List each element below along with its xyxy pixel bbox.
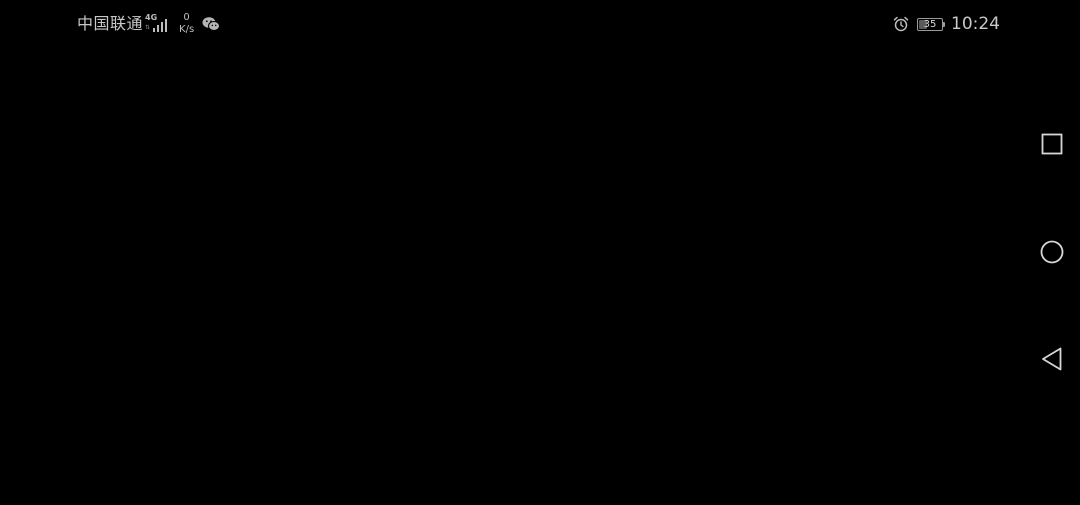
square-icon xyxy=(1041,133,1063,155)
wechat-icon xyxy=(202,17,221,31)
status-bar-right: 35 10:24 xyxy=(893,11,1000,37)
status-bar-left: 中国联通 4G ⇅ 0 K/s xyxy=(77,11,221,37)
status-bar: 中国联通 4G ⇅ 0 K/s 35 10:24 xyxy=(0,0,1080,48)
circle-icon xyxy=(1040,240,1064,264)
network-speed-value: 0 xyxy=(183,12,190,23)
battery-tip xyxy=(943,21,945,27)
signal-strength-icon xyxy=(153,19,168,32)
status-clock: 10:24 xyxy=(951,14,1000,34)
cellular-signal: 4G ⇅ xyxy=(145,13,171,34)
data-activity-arrows-icon: ⇅ xyxy=(145,24,151,31)
network-speed-unit: K/s xyxy=(179,24,195,35)
home-button[interactable] xyxy=(1032,232,1072,272)
network-speed: 0 K/s xyxy=(179,12,194,36)
carrier-name: 中国联通 xyxy=(77,14,144,33)
back-button[interactable] xyxy=(1032,339,1072,379)
triangle-back-icon xyxy=(1042,347,1062,371)
battery-indicator: 35 xyxy=(917,17,945,31)
phone-screen: 中国联通 4G ⇅ 0 K/s 35 10:24 xyxy=(0,0,1080,505)
recents-button[interactable] xyxy=(1032,124,1072,164)
alarm-clock-icon xyxy=(893,16,909,32)
navigation-bar xyxy=(1024,48,1080,505)
battery-level: 35 xyxy=(923,18,937,30)
